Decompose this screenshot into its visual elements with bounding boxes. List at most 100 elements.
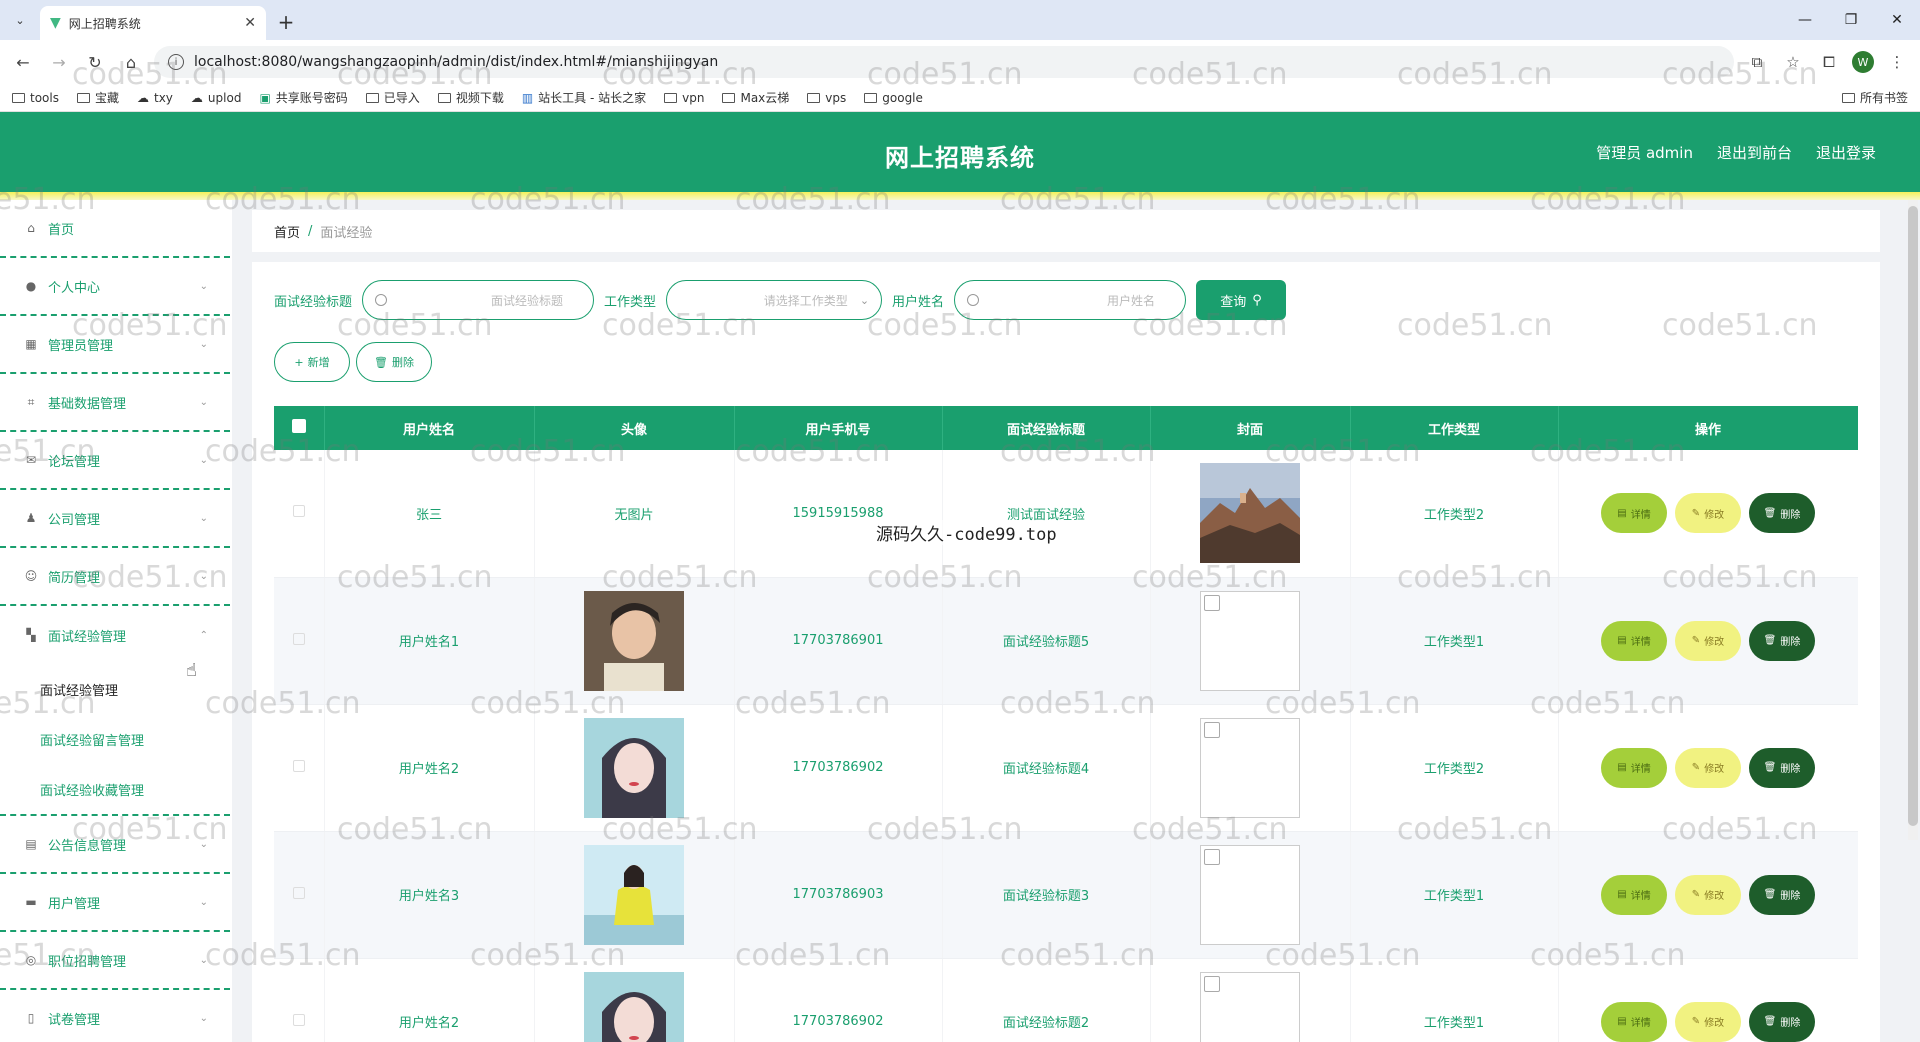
detail-button[interactable]: ▤ 详情 [1601,874,1667,915]
vue-logo-icon: ▼ [50,15,61,31]
detail-button[interactable]: ▤ 详情 [1601,620,1667,661]
home-browser-icon[interactable]: ⌂ [118,53,144,72]
close-window-icon[interactable]: ✕ [1874,0,1920,40]
sidebar-item-resume[interactable]: ☺ 简历管理 ⌄ [0,548,230,606]
job-type-select[interactable]: 请选择工作类型 ⌄ [666,280,883,320]
sidebar-item-interview[interactable]: ▚ 面试经验管理 ⌃ [0,606,230,664]
bookmark-item[interactable]: 视频下载 [437,89,504,106]
chevron-down-icon: ⌄ [199,1012,208,1024]
sidebar-item-jobs[interactable]: ◎ 职位招聘管理 ⌄ [0,932,230,990]
cell-phone: 17703786903 [734,831,943,959]
chevron-down-icon: ⌄ [199,838,208,850]
profile-avatar[interactable]: W [1852,51,1874,73]
sidebar-item-home[interactable]: ⌂ 首页 [0,200,230,258]
logout-link[interactable]: 退出登录 [1816,142,1876,163]
detail-button[interactable]: ▤ 详情 [1601,1001,1667,1042]
scrollbar-thumb[interactable] [1908,206,1918,826]
delete-button[interactable]: 🗑 删除 [1749,1001,1815,1042]
add-button[interactable]: + 新增 [274,342,350,382]
person-icon: ♟ [25,511,37,525]
breadcrumb-home[interactable]: 首页 [274,222,300,241]
tab-title: 网上招聘系统 [68,16,141,31]
cell-user-name: 用户姓名1 [324,577,535,705]
delete-button[interactable]: 🗑 删除 [1749,620,1815,661]
restore-icon[interactable]: ❐ [1828,0,1874,40]
sidebar: ⌂ 首页 ● 个人中心 ⌄ ▦ 管理员管理 ⌄ ⌗ 基础数据管理 ⌄ ✉ 论坛管… [0,200,232,1042]
query-button[interactable]: 查询 ⚲ [1196,280,1287,320]
row-checkbox[interactable] [292,505,305,518]
row-checkbox[interactable] [292,886,305,899]
bookmark-item[interactable]: ☁ uplod [191,91,242,105]
user-icon: ● [25,279,37,293]
screenshot-icon[interactable]: ⧉ [1744,53,1770,71]
sidebar-item-personal[interactable]: ● 个人中心 ⌄ [0,258,230,316]
sidebar-item-users[interactable]: ▬ 用户管理 ⌄ [0,874,230,932]
admin-label: 管理员 admin [1596,144,1693,162]
detail-button[interactable]: ▤ 详情 [1601,747,1667,788]
mouse-cursor-icon: ☝ [186,660,197,681]
row-checkbox[interactable] [292,1013,305,1026]
tab-search-chevron-icon[interactable]: ⌄ [8,8,32,32]
minimize-icon[interactable]: — [1782,0,1828,40]
bookmark-item[interactable]: google [864,91,923,105]
edit-button[interactable]: ✎ 修改 [1675,493,1741,534]
bookmark-item[interactable]: ▣ 共享账号密码 [259,89,347,106]
detail-button[interactable]: ▤ 详情 [1601,493,1667,534]
row-checkbox[interactable] [292,632,305,645]
pencil-icon: ✎ [1691,1016,1701,1027]
url-text: localhost:8080/wangshangzaopinh/admin/di… [194,54,719,70]
new-tab-button[interactable]: + [272,8,300,36]
bookmark-item[interactable]: 宝藏 [76,89,119,106]
edit-button[interactable]: ✎ 修改 [1675,874,1741,915]
page-scrollbar[interactable] [1908,200,1918,840]
extensions-icon[interactable]: ⧠ [1816,53,1842,71]
bookmark-item[interactable]: vpn [664,91,704,105]
exit-to-front-link[interactable]: 退出到前台 [1717,142,1792,163]
browser-menu-icon[interactable]: ⋮ [1884,53,1910,71]
site-info-icon[interactable]: i [168,54,184,70]
reload-icon[interactable]: ↻ [82,53,108,72]
url-field[interactable]: i localhost:8080/wangshangzaopinh/admin/… [154,46,1734,78]
chart-site-icon: ▥ [521,90,534,105]
all-bookmarks[interactable]: 所有书签 [1841,89,1908,106]
edit-button[interactable]: ✎ 修改 [1675,620,1741,661]
user-name-search-input[interactable]: 用户姓名 [954,280,1187,320]
action-buttons: + 新增 🗑 删除 [274,342,432,382]
close-tab-icon[interactable]: ✕ [244,15,256,31]
select-all-checkbox[interactable] [291,419,306,433]
browser-tab[interactable]: ▼ 网上招聘系统 ✕ [40,6,266,40]
bookmark-item[interactable]: 已导入 [365,89,420,106]
bookmark-item[interactable]: Max云梯 [722,89,789,106]
bookmark-star-icon[interactable]: ☆ [1780,53,1806,71]
edit-button[interactable]: ✎ 修改 [1675,1001,1741,1042]
title-search-input[interactable]: 面试经验标题 [362,280,595,320]
sidebar-subitem-interview-favorites[interactable]: 面试经验收藏管理 [0,764,230,814]
delete-button[interactable]: 🗑 删除 [1749,747,1815,788]
bookmark-item[interactable]: ☁ txy [137,91,173,105]
sidebar-item-papers[interactable]: ▯ 试卷管理 ⌄ [0,990,230,1042]
sidebar-subitem-interview-comments[interactable]: 面试经验留言管理 [0,714,230,764]
bookmark-item[interactable]: vps [807,91,846,105]
select-all-checkbox-cell[interactable] [274,406,325,450]
search-form: 面试经验标题 面试经验标题 工作类型 请选择工作类型 ⌄ 用户姓名 用户姓名 查… [274,280,1287,320]
batch-delete-button[interactable]: 🗑 删除 [356,342,432,382]
sidebar-item-basic-data[interactable]: ⌗ 基础数据管理 ⌄ [0,374,230,432]
sidebar-item-forum[interactable]: ✉ 论坛管理 ⌄ [0,432,230,490]
delete-button[interactable]: 🗑 删除 [1749,493,1815,534]
sidebar-item-notices[interactable]: ▤ 公告信息管理 ⌄ [0,816,230,874]
document-icon: ▤ [1617,1016,1627,1027]
chevron-down-icon: ⌄ [199,512,208,524]
edit-button[interactable]: ✎ 修改 [1675,747,1741,788]
cell-job-type: 工作类型1 [1350,577,1559,705]
sidebar-item-company[interactable]: ♟ 公司管理 ⌄ [0,490,230,548]
bookmark-item[interactable]: tools [12,91,59,105]
sidebar-item-admins[interactable]: ▦ 管理员管理 ⌄ [0,316,230,374]
chevron-down-icon: ⌄ [199,338,208,350]
forward-icon[interactable]: → [46,53,72,72]
back-icon[interactable]: ← [10,53,36,72]
cell-user-name: 用户姓名2 [324,704,535,832]
bookmark-item[interactable]: ▥ 站长工具 - 站长之家 [522,89,646,106]
row-checkbox[interactable] [292,759,305,772]
delete-button[interactable]: 🗑 删除 [1749,874,1815,915]
center-watermark: 源码久久-code99.top [876,520,1057,545]
